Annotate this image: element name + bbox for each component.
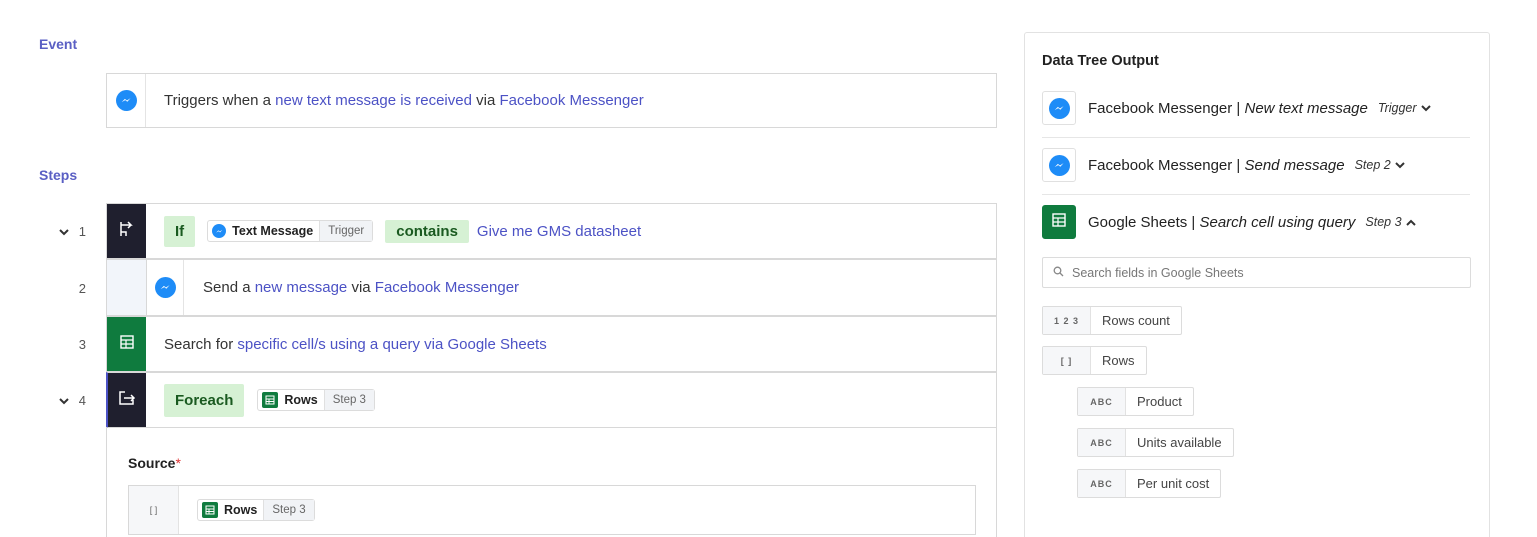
step-3-number: 3 bbox=[78, 336, 86, 352]
tree-item-step-2[interactable]: Facebook Messenger | Send message Step 2 bbox=[1042, 148, 1470, 182]
foreach-keyword: Foreach bbox=[164, 383, 245, 417]
google-sheets-icon bbox=[202, 502, 218, 518]
new-message-link[interactable]: new message bbox=[255, 279, 348, 296]
messenger-icon bbox=[154, 277, 176, 298]
divider bbox=[1042, 137, 1470, 138]
tree-item-trigger[interactable]: Facebook Messenger | New text message Tr… bbox=[1042, 91, 1470, 125]
source-label: Source* bbox=[128, 455, 181, 471]
rows-chip[interactable]: Rows Step 3 bbox=[257, 389, 375, 411]
search-fields-box[interactable] bbox=[1042, 257, 1471, 288]
event-via: via bbox=[471, 92, 500, 109]
chevron-up-icon[interactable] bbox=[1405, 219, 1416, 226]
if-keyword: If bbox=[164, 215, 196, 247]
chevron-down-icon[interactable] bbox=[59, 393, 69, 408]
field-product[interactable]: ABC Product bbox=[1077, 387, 1194, 416]
step-4-row[interactable]: Foreach Rows Step 3 bbox=[106, 372, 997, 428]
array-type-badge: [ ] bbox=[129, 486, 179, 534]
facebook-messenger-link[interactable]: Facebook Messenger bbox=[375, 279, 519, 296]
contains-operator[interactable]: contains bbox=[385, 219, 469, 243]
data-tree-title: Data Tree Output bbox=[1042, 53, 1159, 69]
source-rows-chip[interactable]: Rows Step 3 bbox=[197, 499, 315, 521]
messenger-icon bbox=[1048, 154, 1070, 176]
field-rows[interactable]: [ ] Rows bbox=[1042, 346, 1147, 375]
text-message-chip[interactable]: Text Message Trigger bbox=[207, 220, 374, 242]
search-cells-link[interactable]: specific cell/s using a query via Google… bbox=[237, 336, 546, 353]
event-prefix: Triggers when a bbox=[164, 92, 276, 109]
google-sheets-icon bbox=[1052, 212, 1066, 232]
condition-value[interactable]: Give me GMS datasheet bbox=[477, 223, 641, 240]
search-icon bbox=[1053, 266, 1064, 280]
step-3-row[interactable]: Search for specific cell/s using a query… bbox=[106, 316, 997, 372]
step-1-number[interactable]: 1 bbox=[56, 222, 86, 240]
step-1-row[interactable]: If Text Message Trigger contains Give me… bbox=[106, 203, 997, 259]
step-2-row[interactable]: Send a new message via Facebook Messenge… bbox=[106, 259, 997, 316]
messenger-icon bbox=[212, 224, 227, 238]
messenger-icon bbox=[1048, 97, 1070, 119]
google-sheets-icon bbox=[262, 392, 279, 408]
event-section-title: Event bbox=[39, 36, 78, 52]
field-rows-count[interactable]: 1 2 3 Rows count bbox=[1042, 306, 1182, 335]
field-per-unit-cost[interactable]: ABC Per unit cost bbox=[1077, 469, 1222, 498]
loop-icon bbox=[117, 389, 137, 412]
step-2-number: 2 bbox=[78, 280, 86, 296]
chevron-down-icon[interactable] bbox=[59, 224, 69, 239]
steps-section-title: Steps bbox=[39, 167, 78, 183]
field-units-available[interactable]: ABC Units available bbox=[1077, 428, 1234, 457]
search-fields-input[interactable] bbox=[1072, 265, 1432, 280]
google-sheets-icon bbox=[119, 334, 134, 355]
tree-item-step-3[interactable]: Google Sheets | Search cell using query … bbox=[1042, 205, 1470, 239]
step-4-number[interactable]: 4 bbox=[56, 391, 86, 409]
chevron-down-icon[interactable] bbox=[1394, 161, 1405, 169]
event-trigger-card[interactable]: Triggers when a new text message is rece… bbox=[106, 73, 997, 128]
divider bbox=[1042, 194, 1470, 195]
event-trigger-link[interactable]: new text message is received bbox=[275, 92, 472, 109]
event-app-link[interactable]: Facebook Messenger bbox=[499, 92, 643, 109]
chevron-down-icon[interactable] bbox=[1420, 104, 1431, 112]
branch-icon bbox=[117, 219, 137, 244]
source-input[interactable]: [ ] Rows Step 3 bbox=[128, 485, 976, 535]
messenger-icon bbox=[115, 90, 137, 111]
